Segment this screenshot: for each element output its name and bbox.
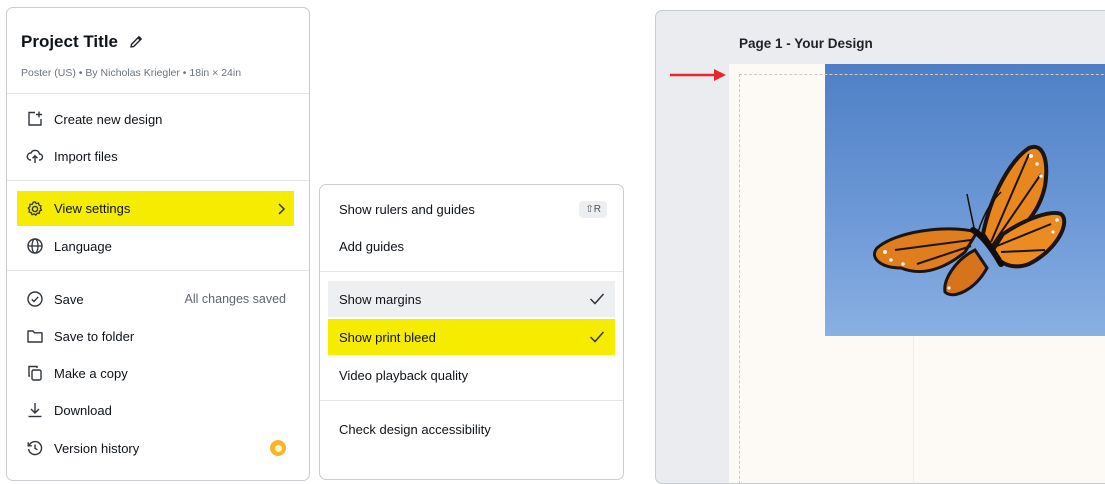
submenu-show-rulers-and-guides[interactable]: Show rulers and guides ⇧R (328, 191, 615, 227)
design-canvas: Page 1 - Your Design (655, 10, 1105, 484)
submenu-check-design-accessibility[interactable]: Check design accessibility (328, 411, 615, 447)
submenu-show-margins[interactable]: Show margins (328, 281, 615, 317)
cloud-check-icon (25, 289, 45, 309)
design-page[interactable] (729, 64, 1105, 483)
divider (7, 270, 309, 271)
checkmark-icon (589, 292, 605, 306)
copy-icon (25, 363, 45, 383)
menu-view-settings[interactable]: View settings (17, 191, 294, 226)
pencil-icon[interactable] (128, 34, 144, 50)
plus-square-icon (25, 109, 45, 129)
red-arrow-annotation (670, 67, 730, 88)
cloud-upload-icon (25, 146, 45, 166)
submenu-add-guides[interactable]: Add guides (328, 228, 615, 264)
divider (320, 400, 623, 401)
file-menu-panel: Project Title Poster (US) • By Nicholas … (6, 7, 310, 481)
menu-save[interactable]: Save All changes saved (17, 282, 294, 316)
gear-icon (25, 199, 45, 219)
menu-make-a-copy[interactable]: Make a copy (17, 356, 294, 390)
shortcut-badge: ⇧R (579, 200, 607, 218)
project-subtitle: Poster (US) • By Nicholas Kriegler • 18i… (21, 67, 242, 79)
menu-language[interactable]: Language (17, 229, 294, 263)
divider (320, 271, 623, 272)
divider (7, 93, 309, 94)
checkmark-icon (589, 330, 605, 344)
view-settings-submenu: Show rulers and guides ⇧R Add guides Sho… (319, 184, 624, 480)
page-label: Page 1 - Your Design (739, 36, 873, 51)
print-bleed-line (739, 74, 1105, 483)
folder-icon (25, 326, 45, 346)
menu-create-new-design[interactable]: Create new design (17, 102, 294, 136)
save-status: All changes saved (184, 292, 286, 306)
submenu-show-print-bleed[interactable]: Show print bleed (328, 319, 615, 355)
crown-icon (270, 440, 286, 456)
chevron-right-icon (276, 202, 294, 216)
menu-download[interactable]: Download (17, 393, 294, 427)
menu-version-history[interactable]: Version history (17, 431, 294, 465)
download-icon (25, 400, 45, 420)
submenu-video-playback-quality[interactable]: Video playback quality (328, 357, 615, 393)
menu-import-files[interactable]: Import files (17, 139, 294, 173)
menu-save-to-folder[interactable]: Save to folder (17, 319, 294, 353)
divider (7, 180, 309, 181)
globe-icon (25, 236, 45, 256)
project-title[interactable]: Project Title (21, 32, 144, 52)
history-icon (25, 438, 45, 458)
